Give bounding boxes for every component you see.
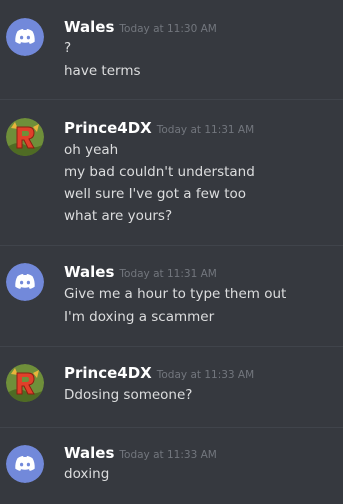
- message-header: Wales Today at 11:33 AM: [64, 443, 217, 462]
- message-text: have terms: [64, 63, 141, 79]
- discord-avatar-icon[interactable]: [6, 18, 44, 56]
- message-timestamp: Today at 11:33 AM: [119, 449, 217, 461]
- message-header: Prince4DX Today at 11:33 AM: [64, 363, 254, 382]
- chat-messages: Wales Today at 11:30 AM ? have terms Prin…: [0, 0, 343, 504]
- message-header: Wales Today at 11:31 AM: [64, 262, 217, 281]
- message-text: Ddosing someone?: [64, 387, 193, 403]
- message-timestamp: Today at 11:31 AM: [156, 124, 255, 136]
- custom-r-logo-avatar-icon[interactable]: [6, 364, 44, 402]
- author-name[interactable]: Wales: [64, 18, 114, 36]
- author-name[interactable]: Prince4DX: [64, 364, 152, 382]
- discord-avatar-icon[interactable]: [6, 263, 44, 301]
- custom-r-logo-avatar-icon[interactable]: [6, 118, 44, 156]
- author-name[interactable]: Wales: [64, 263, 114, 281]
- discord-avatar-icon[interactable]: [6, 445, 44, 483]
- message-group: Wales Today at 11:33 AM doxing: [0, 428, 343, 504]
- message-text: ?: [64, 40, 72, 56]
- message-text: what are yours?: [64, 208, 173, 224]
- author-name[interactable]: Wales: [64, 444, 114, 462]
- message-group: Wales Today at 11:31 AM Give me a hour to…: [0, 246, 343, 346]
- author-name[interactable]: Prince4DX: [64, 119, 152, 137]
- message-group: Wales Today at 11:30 AM ? have terms: [0, 0, 343, 98]
- message-timestamp: Today at 11:30 AM: [119, 23, 217, 35]
- message-timestamp: Today at 11:31 AM: [119, 268, 217, 280]
- message-text: my bad couldn't understand: [64, 164, 255, 180]
- message-text: well sure I've got a few too: [64, 186, 247, 202]
- message-text: oh yeah: [64, 142, 119, 158]
- message-group: Prince4DX Today at 11:33 AM Ddosing someo…: [0, 347, 343, 427]
- message-header: Prince4DX Today at 11:31 AM: [64, 118, 254, 137]
- message-timestamp: Today at 11:33 AM: [156, 369, 255, 381]
- message-text: I'm doxing a scammer: [64, 309, 215, 325]
- message-header: Wales Today at 11:30 AM: [64, 17, 217, 36]
- message-text: doxing: [64, 466, 110, 482]
- message-group: Prince4DX Today at 11:31 AM oh yeah my ba…: [0, 100, 343, 244]
- message-text: Give me a hour to type them out: [64, 286, 287, 302]
